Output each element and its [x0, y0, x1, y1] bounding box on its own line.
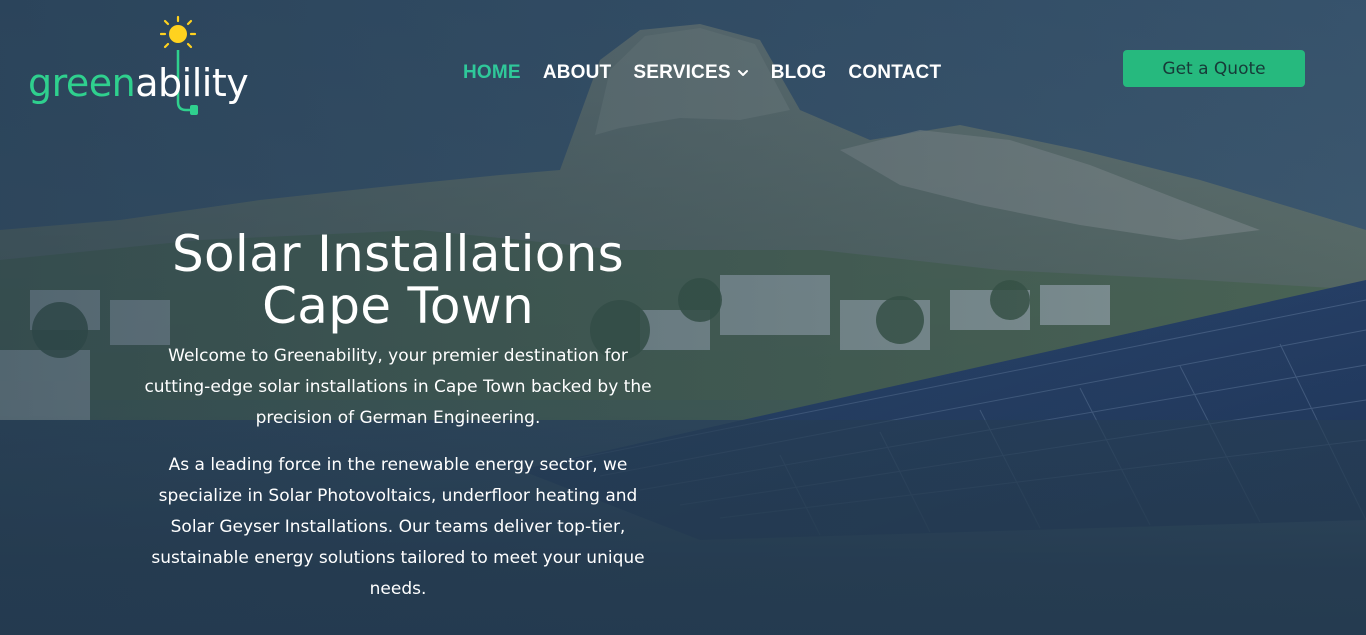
site-logo[interactable]: greenability [28, 12, 249, 116]
nav-item-services[interactable]: SERVICES [622, 62, 759, 84]
sun-icon [160, 15, 197, 49]
nav-item-about[interactable]: ABOUT [532, 62, 623, 84]
nav-item-contact[interactable]: CONTACT [837, 62, 952, 84]
logo-wordmark: greenability [28, 61, 249, 105]
hero-intro-paragraph: Welcome to Greenability, your premier de… [144, 346, 652, 428]
chevron-down-icon [737, 70, 748, 76]
hero-title-line1: Solar Installations [172, 225, 624, 283]
hero-title-line2: Cape Town [262, 277, 534, 335]
nav-item-about-label: ABOUT [542, 62, 612, 83]
nav-item-blog-label: BLOG [770, 62, 827, 83]
nav-item-home-label: HOME [463, 62, 521, 83]
nav-item-services-label: SERVICES [633, 62, 731, 83]
logo-wordmark-white: ability [135, 61, 249, 105]
logo-wordmark-green: green [28, 61, 136, 105]
main-nav: HOME ABOUT SERVICES BLOG CONTACT [452, 62, 952, 84]
hero-title: Solar Installations Cape Town [140, 228, 656, 332]
get-a-quote-button[interactable]: Get a Quote [1123, 50, 1305, 87]
nav-item-home[interactable]: HOME [452, 62, 532, 84]
hero-services-paragraph: As a leading force in the renewable ener… [151, 455, 645, 599]
hero-section: greenability HOME ABOUT SERVICES BLOG CO… [0, 0, 1366, 635]
nav-item-blog[interactable]: BLOG [760, 62, 838, 84]
nav-item-contact-label: CONTACT [848, 62, 942, 83]
